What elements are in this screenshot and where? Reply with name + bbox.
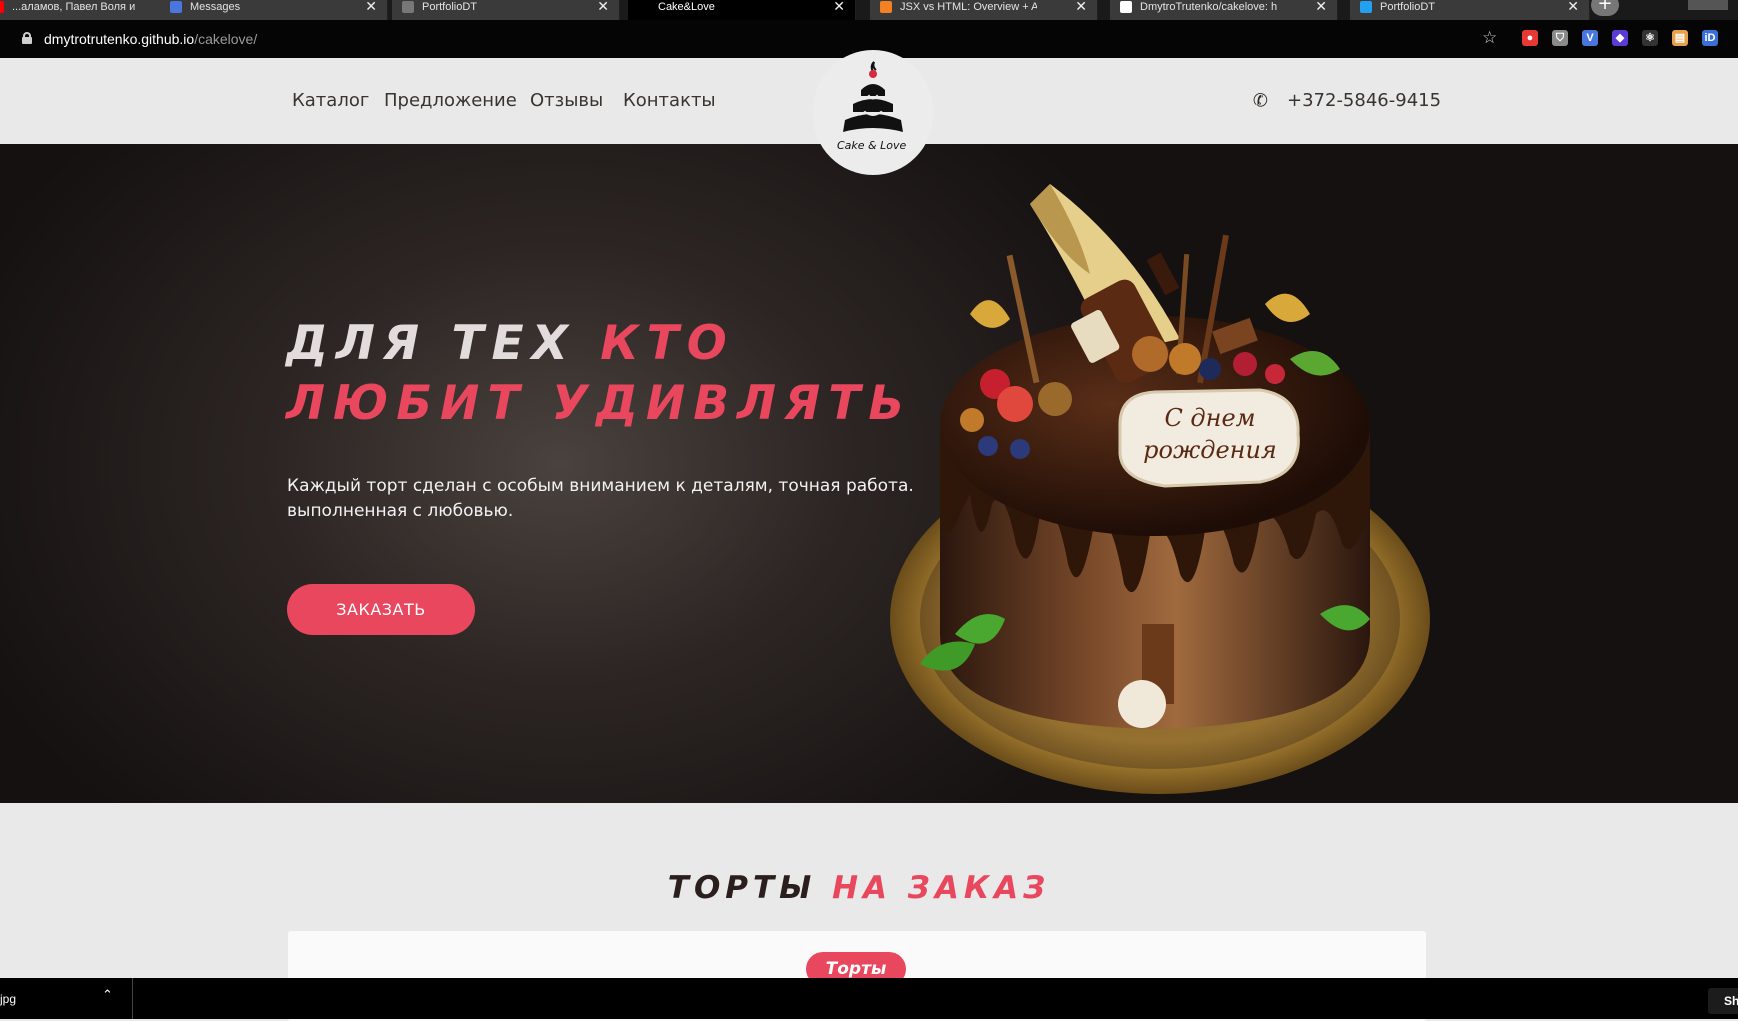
shield-icon[interactable]: ⛉ (1552, 30, 1568, 46)
hero-description: Каждый торт сделан с особым вниманием к … (287, 476, 914, 521)
order-button[interactable]: ЗАКАЗАТЬ (287, 584, 475, 635)
lock-icon (22, 32, 32, 44)
browser-tab-title: JSX vs HTML: Overview + Answe (900, 1, 1037, 13)
react-devtools-icon[interactable]: ⚛ (1642, 30, 1658, 46)
browser-tab-title: ...аламов, Павел Воля и (12, 1, 136, 13)
download-file-name[interactable]: jpg (0, 992, 16, 1006)
id-extension-icon[interactable]: iD (1702, 30, 1718, 46)
nav-catalog[interactable]: Каталог (292, 90, 369, 111)
browser-tab[interactable]: PortfolioDT ✕ (1350, 0, 1590, 20)
close-icon[interactable]: ✕ (597, 0, 609, 13)
new-tab-button[interactable]: + (1591, 0, 1619, 16)
close-icon[interactable]: ✕ (1075, 0, 1087, 13)
phone-link[interactable]: ✆ +372-5846-9415 (1251, 89, 1442, 113)
cake-image: С днем рождения (890, 184, 1430, 794)
vk-extension-icon[interactable]: V (1582, 30, 1598, 46)
hero-title-line1-plain: ДЛЯ ТЕХ (286, 316, 601, 371)
browser-tab-title: Messages (190, 1, 241, 13)
browser-tab[interactable]: DmytroTrutenko/cakelove: html ✕ (1110, 0, 1338, 20)
browser-tab[interactable]: JSX vs HTML: Overview + Answe ✕ (870, 0, 1098, 20)
plaque-text-line1: С днем (1164, 404, 1255, 432)
download-bar: jpg ⌃ Sh (0, 978, 1738, 1019)
divider (132, 978, 133, 1019)
webstorm-icon (1360, 1, 1372, 13)
adblock-icon[interactable]: ● (1522, 30, 1538, 46)
browser-tab[interactable]: Messages ✕ (160, 0, 388, 20)
close-icon[interactable]: ✕ (833, 0, 845, 13)
nav-contacts[interactable]: Контакты (623, 90, 716, 111)
hero-title: ДЛЯ ТЕХ КТО ЛЮБИТ УДИВЛЯТЬ (286, 314, 912, 434)
globe-icon (402, 1, 414, 13)
url-text[interactable]: dmytrotrutenko.github.io/cakelove/ (44, 31, 257, 47)
hero-section: ДЛЯ ТЕХ КТО ЛЮБИТ УДИВЛЯТЬ Каждый торт с… (0, 144, 1738, 803)
nav-offer[interactable]: Предложение (384, 90, 517, 111)
browser-tab[interactable]: Cake&Love ✕ (628, 0, 856, 20)
nav-reviews[interactable]: Отзывы (530, 90, 603, 111)
close-icon[interactable]: ✕ (365, 0, 377, 13)
folder-extension-icon[interactable]: ▤ (1672, 30, 1688, 46)
browser-tab-title: PortfolioDT (1380, 1, 1436, 13)
close-icon[interactable]: ✕ (1567, 0, 1579, 13)
browser-tab-strip: ...аламов, Павел Воля и✕Messages✕Portfol… (0, 0, 1738, 20)
hero-title-line2-accent: ЛЮБИТ УДИВЛЯТЬ (286, 376, 913, 431)
github-icon (1120, 1, 1132, 13)
show-all-button[interactable]: Sh (1708, 988, 1738, 1014)
browser-tab-title: PortfolioDT (422, 1, 478, 13)
close-icon[interactable]: ✕ (1315, 0, 1327, 13)
cake-logo-icon (843, 61, 903, 132)
browser-tab[interactable]: PortfolioDT ✕ (392, 0, 620, 20)
url-path: /cakelove/ (194, 31, 258, 47)
youtube-icon (0, 1, 4, 13)
chat-icon (170, 1, 182, 13)
plaque-text-line2: рождения (1143, 436, 1277, 464)
browser-tab-title: Cake&Love (658, 1, 715, 13)
catalog-title-accent: НА ЗАКАЗ (832, 870, 1051, 906)
stackoverflow-icon (880, 1, 892, 13)
url-host: dmytrotrutenko.github.io (44, 31, 195, 47)
phone-icon: ✆ (1251, 89, 1270, 113)
vpn-icon[interactable]: ◆ (1612, 30, 1628, 46)
logo-text: Cake & Love (837, 139, 907, 152)
catalog-title-plain: ТОРТЫ (667, 870, 833, 906)
phone-number: +372-5846-9415 (1287, 90, 1442, 111)
site-logo[interactable]: Cake & Love (813, 50, 933, 175)
minimize-window-button[interactable]: – (1688, 0, 1728, 10)
catalog-title: ТОРТЫ НА ЗАКАЗ (0, 870, 1718, 906)
chevron-up-icon[interactable]: ⌃ (102, 988, 113, 1003)
browser-tab-title: DmytroTrutenko/cakelove: html (1140, 1, 1277, 13)
hero-title-line1-accent: КТО (600, 316, 735, 371)
bookmark-star-icon[interactable]: ☆ (1482, 28, 1497, 48)
